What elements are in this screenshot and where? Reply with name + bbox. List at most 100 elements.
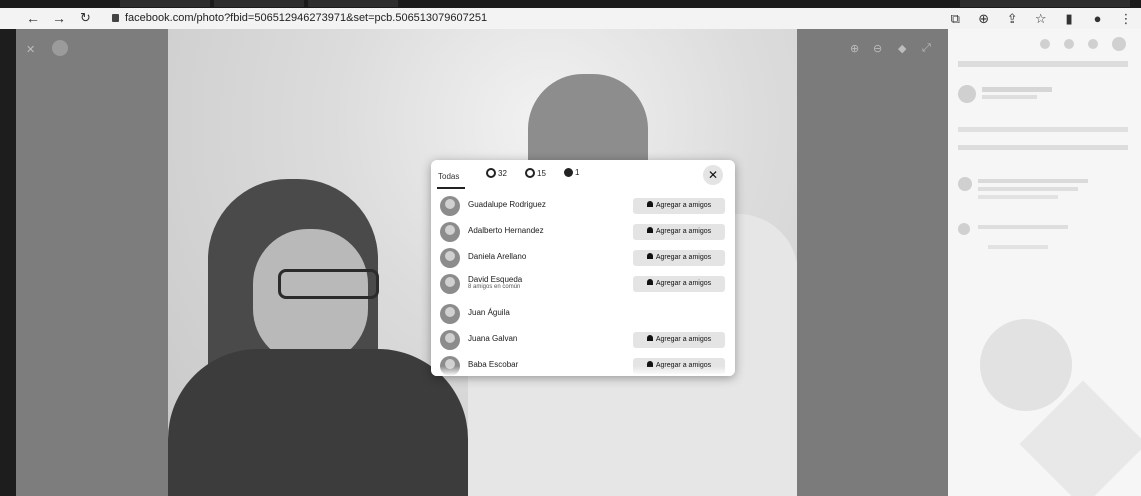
back-icon[interactable]: ← <box>26 10 40 26</box>
add-friend-button[interactable]: Agregar a amigos <box>633 276 725 292</box>
sidebar-icon[interactable]: ▮ <box>1060 11 1078 27</box>
browser-tab[interactable] <box>960 0 1130 7</box>
add-friend-icon <box>646 201 653 207</box>
avatar <box>958 177 972 191</box>
background-shape <box>980 319 1072 411</box>
lock-icon <box>112 14 119 22</box>
add-friend-button[interactable]: Agregar a amigos <box>633 198 725 214</box>
avatar[interactable] <box>440 330 460 350</box>
avatar[interactable] <box>440 222 460 242</box>
comments-panel <box>948 29 1141 496</box>
tab-strip <box>0 0 1141 8</box>
comment-text <box>978 195 1058 199</box>
love-count: 15 <box>537 169 546 178</box>
browser-tab[interactable] <box>308 0 398 7</box>
add-friend-label: Agregar a amigos <box>655 254 712 261</box>
menu-icon[interactable]: ⋮ <box>1117 11 1135 27</box>
list-item: Juana Galvan Agregar a amigos <box>431 328 735 352</box>
header-icon[interactable] <box>1040 39 1050 49</box>
zoom-out-icon[interactable]: ⊖ <box>873 42 882 55</box>
left-edge <box>0 29 16 496</box>
add-friend-icon <box>646 253 653 259</box>
like-icon <box>486 168 496 178</box>
post-info <box>958 145 1128 150</box>
photo-person <box>168 349 468 496</box>
person-name[interactable]: Adalberto Hernandez <box>468 226 544 235</box>
add-friend-icon <box>646 279 653 285</box>
close-icon: ✕ <box>707 168 719 182</box>
add-friend-label: Agregar a amigos <box>655 336 712 343</box>
list-item: Daniela Arellano Agregar a amigos <box>431 246 735 270</box>
reload-icon[interactable]: ↻ <box>80 10 91 26</box>
reactions-dialog: Todas 32 15 1 ✕ Guadalupe Rodriguez Agre… <box>431 160 735 376</box>
profile-icon[interactable]: ● <box>1089 11 1107 27</box>
reaction-tabs: Todas 32 15 1 ✕ <box>431 160 735 190</box>
add-friend-label: Agregar a amigos <box>655 280 712 287</box>
tab-love[interactable]: 15 <box>525 168 546 182</box>
avatar[interactable] <box>440 304 460 324</box>
avatar[interactable] <box>440 196 460 216</box>
toolbar-actions: ⧉ ⊕ ⇪ ☆ ▮ ● ⋮ <box>940 10 1135 26</box>
person-name[interactable]: Juan Águila <box>468 308 510 317</box>
mutual-friends: 8 amigos en común <box>468 284 521 290</box>
header-icon[interactable] <box>1088 39 1098 49</box>
star-icon[interactable]: ☆ <box>1032 11 1050 27</box>
close-viewer-icon[interactable]: ✕ <box>26 43 35 56</box>
address-bar[interactable]: facebook.com/photo?fbid=506512946273971&… <box>112 11 932 26</box>
comment-text <box>978 179 1088 183</box>
address-text: facebook.com/photo?fbid=506512946273971&… <box>125 12 488 24</box>
facebook-logo-icon[interactable] <box>52 40 68 56</box>
comment-text <box>978 187 1078 191</box>
comment-text <box>978 225 1068 229</box>
list-item: David Esqueda 8 amigos en común Agregar … <box>431 272 735 300</box>
care-icon <box>564 168 573 177</box>
zoom-in-icon[interactable]: ⊕ <box>850 42 859 55</box>
avatar <box>958 223 970 235</box>
add-friend-button[interactable]: Agregar a amigos <box>633 250 725 266</box>
list-item: Adalberto Hernandez Agregar a amigos <box>431 220 735 244</box>
add-friend-icon <box>646 335 653 341</box>
person-name[interactable]: Guadalupe Rodriguez <box>468 200 546 209</box>
photo-detail <box>278 269 379 299</box>
tag-icon[interactable]: ◆ <box>898 42 906 55</box>
tab-care[interactable]: 1 <box>564 168 579 182</box>
love-icon <box>525 168 535 178</box>
care-count: 1 <box>575 168 580 177</box>
post-info <box>982 87 1052 92</box>
browser-tab[interactable] <box>120 0 210 7</box>
account-icon[interactable] <box>1112 37 1126 51</box>
browser-tab[interactable] <box>214 0 304 7</box>
add-friend-icon <box>646 227 653 233</box>
add-friend-button[interactable]: Agregar a amigos <box>633 332 725 348</box>
screenshot-icon[interactable]: ⧉ <box>946 11 964 27</box>
fullscreen-icon[interactable]: ⤢ <box>922 42 931 55</box>
person-name[interactable]: Daniela Arellano <box>468 252 526 261</box>
avatar[interactable] <box>440 248 460 268</box>
active-tab-indicator <box>437 187 465 189</box>
forward-icon[interactable]: → <box>52 10 66 26</box>
viewer-right-margin <box>797 29 948 496</box>
post-info <box>958 127 1128 132</box>
avatar[interactable] <box>440 274 460 294</box>
list-fade <box>431 366 735 376</box>
tab-like[interactable]: 32 <box>486 168 507 182</box>
comment-text <box>988 245 1048 249</box>
header-icon[interactable] <box>1064 39 1074 49</box>
browser-toolbar: ← → ↻ facebook.com/photo?fbid=5065129462… <box>0 8 1141 30</box>
post-info <box>958 61 1128 67</box>
add-friend-label: Agregar a amigos <box>655 228 712 235</box>
add-friend-button[interactable]: Agregar a amigos <box>633 224 725 240</box>
avatar <box>958 85 976 103</box>
like-count: 32 <box>498 169 507 178</box>
tab-all[interactable]: Todas <box>438 172 459 181</box>
zoom-icon[interactable]: ⊕ <box>975 11 993 27</box>
add-friend-label: Agregar a amigos <box>655 202 712 209</box>
share-icon[interactable]: ⇪ <box>1003 11 1021 27</box>
viewer-left-margin <box>16 29 168 496</box>
screenshot-frame: ← → ↻ facebook.com/photo?fbid=5065129462… <box>0 0 1141 496</box>
list-item: Guadalupe Rodriguez Agregar a amigos <box>431 194 735 218</box>
post-info <box>982 95 1037 99</box>
close-button[interactable]: ✕ <box>703 165 723 185</box>
person-name[interactable]: Juana Galvan <box>468 334 517 343</box>
person-name[interactable]: David Esqueda <box>468 275 522 284</box>
